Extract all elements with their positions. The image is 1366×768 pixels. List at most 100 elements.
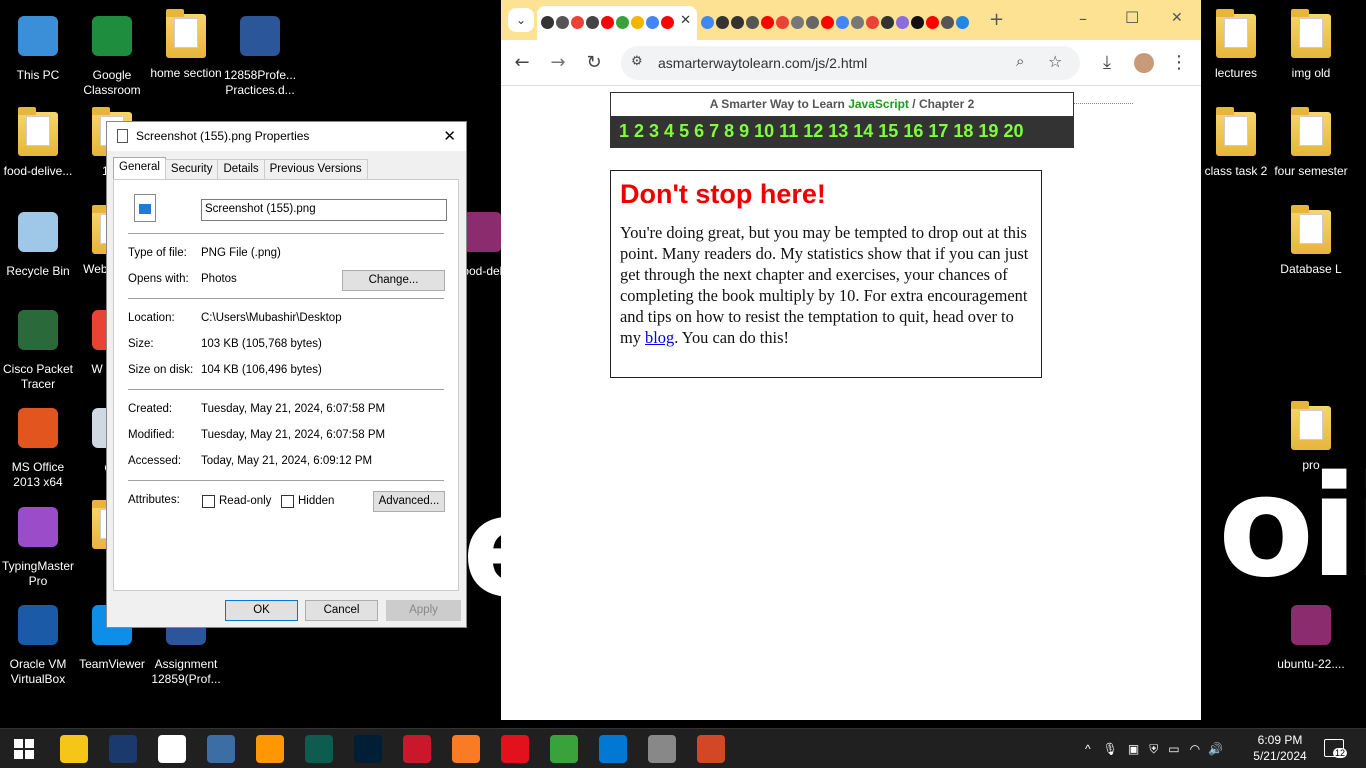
blog-link[interactable]: blog: [645, 328, 674, 347]
chapter-link-5[interactable]: 5: [679, 121, 689, 142]
start-button[interactable]: [14, 739, 34, 759]
location-label: Location:: [128, 312, 175, 324]
chapter-link-10[interactable]: 10: [754, 121, 774, 142]
new-tab-button[interactable]: +: [989, 9, 1004, 30]
bookmark-star-icon[interactable]: ☆: [1048, 52, 1062, 71]
desktop-icon-right-4[interactable]: Database L: [1273, 205, 1349, 277]
maximize-button[interactable]: ☐: [1125, 8, 1139, 27]
chapter-link-8[interactable]: 8: [724, 121, 734, 142]
taskbar-app-3[interactable]: [207, 735, 235, 763]
taskbar-app-11[interactable]: [599, 735, 627, 763]
chapter-link-15[interactable]: 15: [878, 121, 898, 142]
close-icon[interactable]: ✕: [443, 122, 456, 151]
chevron-up-icon[interactable]: ^: [1085, 742, 1091, 756]
ok-button[interactable]: OK: [225, 600, 298, 621]
hidden-checkbox[interactable]: [281, 495, 294, 508]
clock[interactable]: 6:09 PM 5/21/2024: [1250, 732, 1310, 764]
desktop-icon-left-15[interactable]: Oracle VM VirtualBox: [0, 601, 76, 687]
taskbar-app-0[interactable]: [60, 735, 88, 763]
desktop-icon-left-2[interactable]: home section: [148, 9, 224, 81]
taskbar-app-5[interactable]: [305, 735, 333, 763]
desktop-icon-right-5[interactable]: pro: [1273, 401, 1349, 473]
desktop-icon-left-9[interactable]: Cisco Packet Tracer: [0, 306, 76, 392]
readonly-checkbox[interactable]: [202, 495, 215, 508]
menu-icon[interactable]: ⋮: [1168, 52, 1190, 74]
tab-inactive[interactable]: [701, 12, 971, 32]
chapter-link-20[interactable]: 20: [1003, 121, 1023, 142]
chapter-link-11[interactable]: 11: [779, 121, 798, 142]
taskbar-app-2[interactable]: [158, 735, 186, 763]
forward-button[interactable]: →: [547, 52, 569, 74]
chapter-link-19[interactable]: 19: [978, 121, 998, 142]
taskbar-app-10[interactable]: [550, 735, 578, 763]
address-bar[interactable]: ⚙ asmarterwaytolearn.com/js/2.html ⌕ ☆: [621, 46, 1080, 80]
desktop-icon-left-13[interactable]: TypingMaster Pro: [0, 503, 76, 589]
desktop-icon-right-0[interactable]: lectures: [1198, 9, 1274, 81]
chapter-link-12[interactable]: 12: [803, 121, 823, 142]
book-language: JavaScript: [848, 97, 909, 111]
tab-general[interactable]: General: [113, 157, 166, 180]
chapter-link-17[interactable]: 17: [928, 121, 948, 142]
taskbar-app-13[interactable]: [697, 735, 725, 763]
tab-previous-versions[interactable]: Previous Versions: [263, 159, 368, 180]
taskbar-app-1[interactable]: [109, 735, 137, 763]
tab-active[interactable]: ✕: [537, 6, 697, 40]
chapter-link-2[interactable]: 2: [634, 121, 644, 142]
zoom-icon[interactable]: ⌕: [1016, 52, 1024, 70]
chapter-title: A Smarter Way to Learn JavaScript / Chap…: [611, 93, 1073, 116]
chapter-link-13[interactable]: 13: [828, 121, 848, 142]
desktop-icon-left-0[interactable]: This PC: [0, 12, 76, 83]
site-info-icon[interactable]: ⚙: [631, 54, 643, 69]
volume-icon[interactable]: 🔊: [1208, 742, 1223, 756]
chapter-link-14[interactable]: 14: [853, 121, 873, 142]
tab-security[interactable]: Security: [164, 159, 219, 180]
taskbar-app-7[interactable]: [403, 735, 431, 763]
battery-icon[interactable]: ▭: [1168, 742, 1179, 756]
display-icon[interactable]: ▣: [1128, 742, 1139, 756]
taskbar-app-6[interactable]: [354, 735, 382, 763]
minimize-button[interactable]: –: [1079, 9, 1087, 28]
advanced-button[interactable]: Advanced...: [373, 491, 445, 512]
apply-button[interactable]: Apply: [386, 600, 461, 621]
download-icon[interactable]: ⤓: [1096, 52, 1118, 74]
back-button[interactable]: ←: [511, 52, 533, 74]
tab-search-button[interactable]: ⌄: [508, 8, 534, 32]
chapter-link-3[interactable]: 3: [649, 121, 659, 142]
desktop-icon-label: MS Office 2013 x64: [11, 460, 65, 489]
tab-details[interactable]: Details: [217, 159, 265, 180]
browser-toolbar: ← → ↻ ⚙ asmarterwaytolearn.com/js/2.html…: [501, 40, 1201, 86]
desktop-icon-left-6[interactable]: Recycle Bin: [0, 208, 76, 279]
close-tab-icon[interactable]: ✕: [680, 13, 691, 28]
taskbar-app-12[interactable]: [648, 735, 676, 763]
title-separator: /: [912, 97, 916, 111]
desktop-icon-right-6[interactable]: ubuntu-22....: [1273, 601, 1349, 672]
security-shield-icon[interactable]: ⛨: [1149, 742, 1158, 757]
chapter-link-6[interactable]: 6: [694, 121, 704, 142]
profile-avatar[interactable]: [1134, 53, 1154, 73]
desktop-icon-right-1[interactable]: img old: [1273, 9, 1349, 81]
filename-field[interactable]: Screenshot (155).png: [201, 199, 447, 221]
chapter-link-9[interactable]: 9: [739, 121, 749, 142]
cancel-button[interactable]: Cancel: [305, 600, 378, 621]
reload-button[interactable]: ↻: [583, 52, 605, 74]
desktop-icon-right-3[interactable]: four semester: [1273, 107, 1349, 179]
microphone-icon[interactable]: 🎙: [1103, 742, 1118, 756]
chapter-link-18[interactable]: 18: [953, 121, 973, 142]
chapter-link-1[interactable]: 1: [619, 121, 629, 142]
desktop-icon-right-2[interactable]: class task 2: [1198, 107, 1274, 179]
accessed-label: Accessed:: [128, 455, 182, 467]
chapter-link-4[interactable]: 4: [664, 121, 674, 142]
taskbar-app-9[interactable]: [501, 735, 529, 763]
desktop-icon-left-4[interactable]: food-delive...: [0, 107, 76, 179]
taskbar-app-4[interactable]: [256, 735, 284, 763]
desktop-icon-left-11[interactable]: MS Office 2013 x64: [0, 404, 76, 490]
chapter-link-7[interactable]: 7: [709, 121, 719, 142]
close-window-button[interactable]: ✕: [1171, 10, 1183, 26]
change-button[interactable]: Change...: [342, 270, 445, 291]
wifi-icon[interactable]: ◠: [1190, 742, 1200, 756]
taskbar-app-8[interactable]: [452, 735, 480, 763]
desktop-icon-left-3[interactable]: 12858Profe... Practices.d...: [222, 12, 298, 98]
chapter-link-16[interactable]: 16: [903, 121, 923, 142]
notification-center-button[interactable]: 12: [1324, 739, 1348, 758]
desktop-icon-left-1[interactable]: Google Classroom: [74, 12, 150, 98]
